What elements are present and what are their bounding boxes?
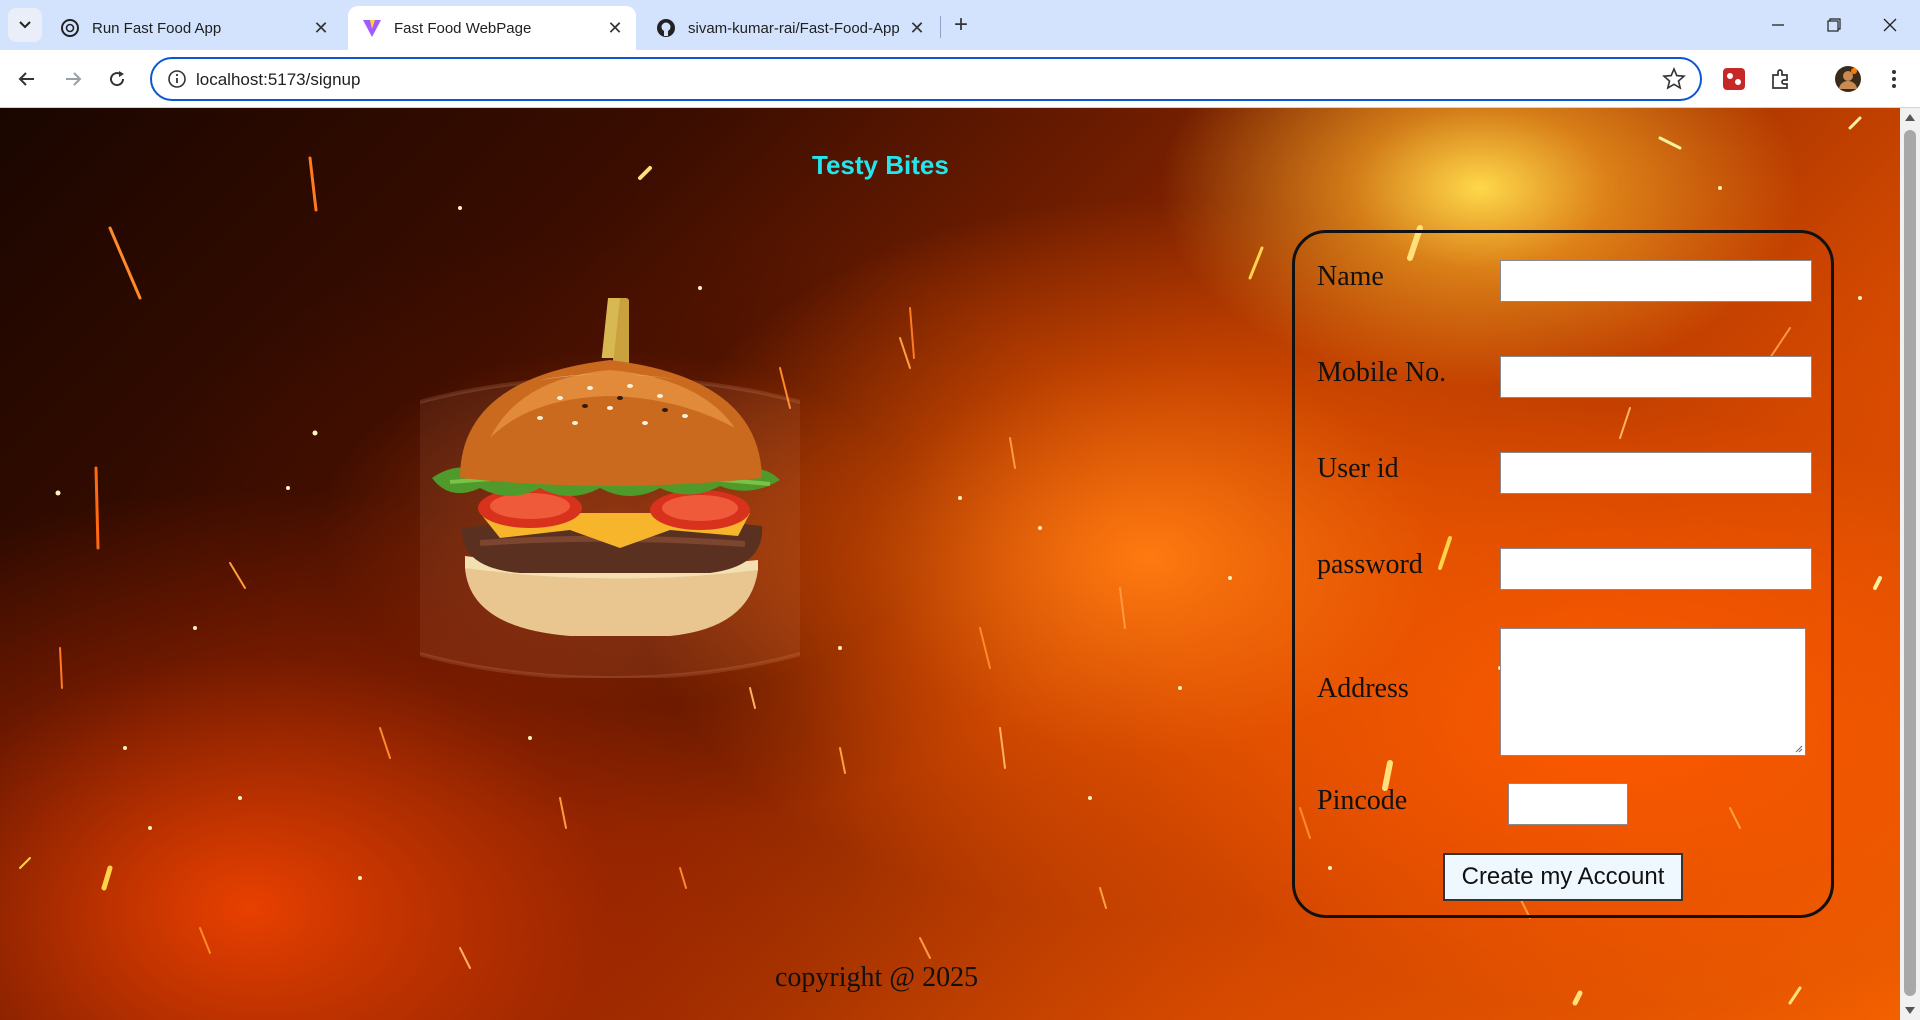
password-label: password: [1317, 549, 1423, 580]
minimize-button[interactable]: [1750, 0, 1806, 50]
site-title: Testy Bites: [812, 150, 949, 180]
name-label: Name: [1317, 261, 1384, 292]
openai-icon: [60, 18, 80, 38]
tab-title: sivam-kumar-rai/Fast-Food-App: [688, 19, 900, 37]
restore-icon: [1827, 18, 1841, 32]
github-icon: [656, 18, 676, 38]
star-icon[interactable]: [1662, 67, 1686, 91]
pincode-label: Pincode: [1317, 785, 1408, 816]
page-scrollbar[interactable]: [1900, 108, 1920, 1020]
extensions-puzzle-icon[interactable]: [1767, 65, 1795, 93]
vite-icon: [362, 18, 382, 38]
name-input[interactable]: [1500, 260, 1812, 302]
close-icon[interactable]: ✕: [308, 15, 334, 41]
reload-button[interactable]: [98, 60, 136, 98]
address-label: Address: [1317, 673, 1409, 704]
tab-github-repo[interactable]: sivam-kumar-rai/Fast-Food-App ✕: [642, 6, 938, 50]
address-textarea[interactable]: [1500, 628, 1806, 756]
arrow-left-icon: [18, 72, 34, 86]
reload-icon: [110, 71, 125, 87]
tab-separator: [940, 16, 941, 38]
menu-kebab-icon[interactable]: [1880, 65, 1908, 93]
signup-form: Name Mobile No. User id password Address…: [1292, 230, 1834, 918]
create-account-button[interactable]: Create my Account: [1443, 853, 1683, 901]
arrow-right-icon: [66, 72, 82, 86]
scroll-down-arrow-icon[interactable]: [1904, 1004, 1916, 1016]
new-tab-button[interactable]: +: [946, 10, 976, 40]
tab-strip: Run Fast Food App ✕ Fast Food WebPage ✕ …: [0, 0, 1920, 50]
mobile-label: Mobile No.: [1317, 357, 1447, 388]
close-window-button[interactable]: [1862, 0, 1918, 50]
profile-avatar[interactable]: [1834, 65, 1862, 93]
tab-search-button[interactable]: [8, 8, 42, 42]
browser-toolbar: localhost:5173/signup: [0, 50, 1920, 108]
info-icon[interactable]: [166, 68, 188, 90]
minimize-icon: [1772, 24, 1784, 26]
mobile-input[interactable]: [1500, 356, 1812, 398]
restore-button[interactable]: [1806, 0, 1862, 50]
close-icon[interactable]: ✕: [904, 15, 930, 41]
userid-label: User id: [1317, 453, 1399, 484]
close-icon[interactable]: ✕: [602, 15, 628, 41]
extension-avatar-icon[interactable]: [1720, 65, 1748, 93]
resize-grip-icon[interactable]: [1793, 743, 1803, 753]
url-text[interactable]: localhost:5173/signup: [196, 70, 360, 90]
tab-fast-food-webpage[interactable]: Fast Food WebPage ✕: [348, 6, 636, 50]
scroll-thumb[interactable]: [1904, 130, 1916, 996]
tab-title: Fast Food WebPage: [394, 19, 532, 37]
forward-button[interactable]: [54, 60, 92, 98]
scroll-up-arrow-icon[interactable]: [1904, 112, 1916, 124]
chevron-down-icon: [19, 21, 31, 29]
tab-run-fast-food-app[interactable]: Run Fast Food App ✕: [46, 6, 342, 50]
page-viewport: Testy Bites Name Mobile No. User id pass…: [0, 108, 1900, 1020]
burger-image: [420, 298, 800, 678]
close-icon: [1883, 18, 1897, 32]
tab-title: Run Fast Food App: [92, 19, 222, 37]
pincode-input[interactable]: [1508, 783, 1628, 825]
address-bar[interactable]: localhost:5173/signup: [150, 57, 1702, 101]
back-button[interactable]: [8, 60, 46, 98]
copyright-footer: copyright @ 2025: [775, 962, 979, 993]
userid-input[interactable]: [1500, 452, 1812, 494]
password-input[interactable]: [1500, 548, 1812, 590]
